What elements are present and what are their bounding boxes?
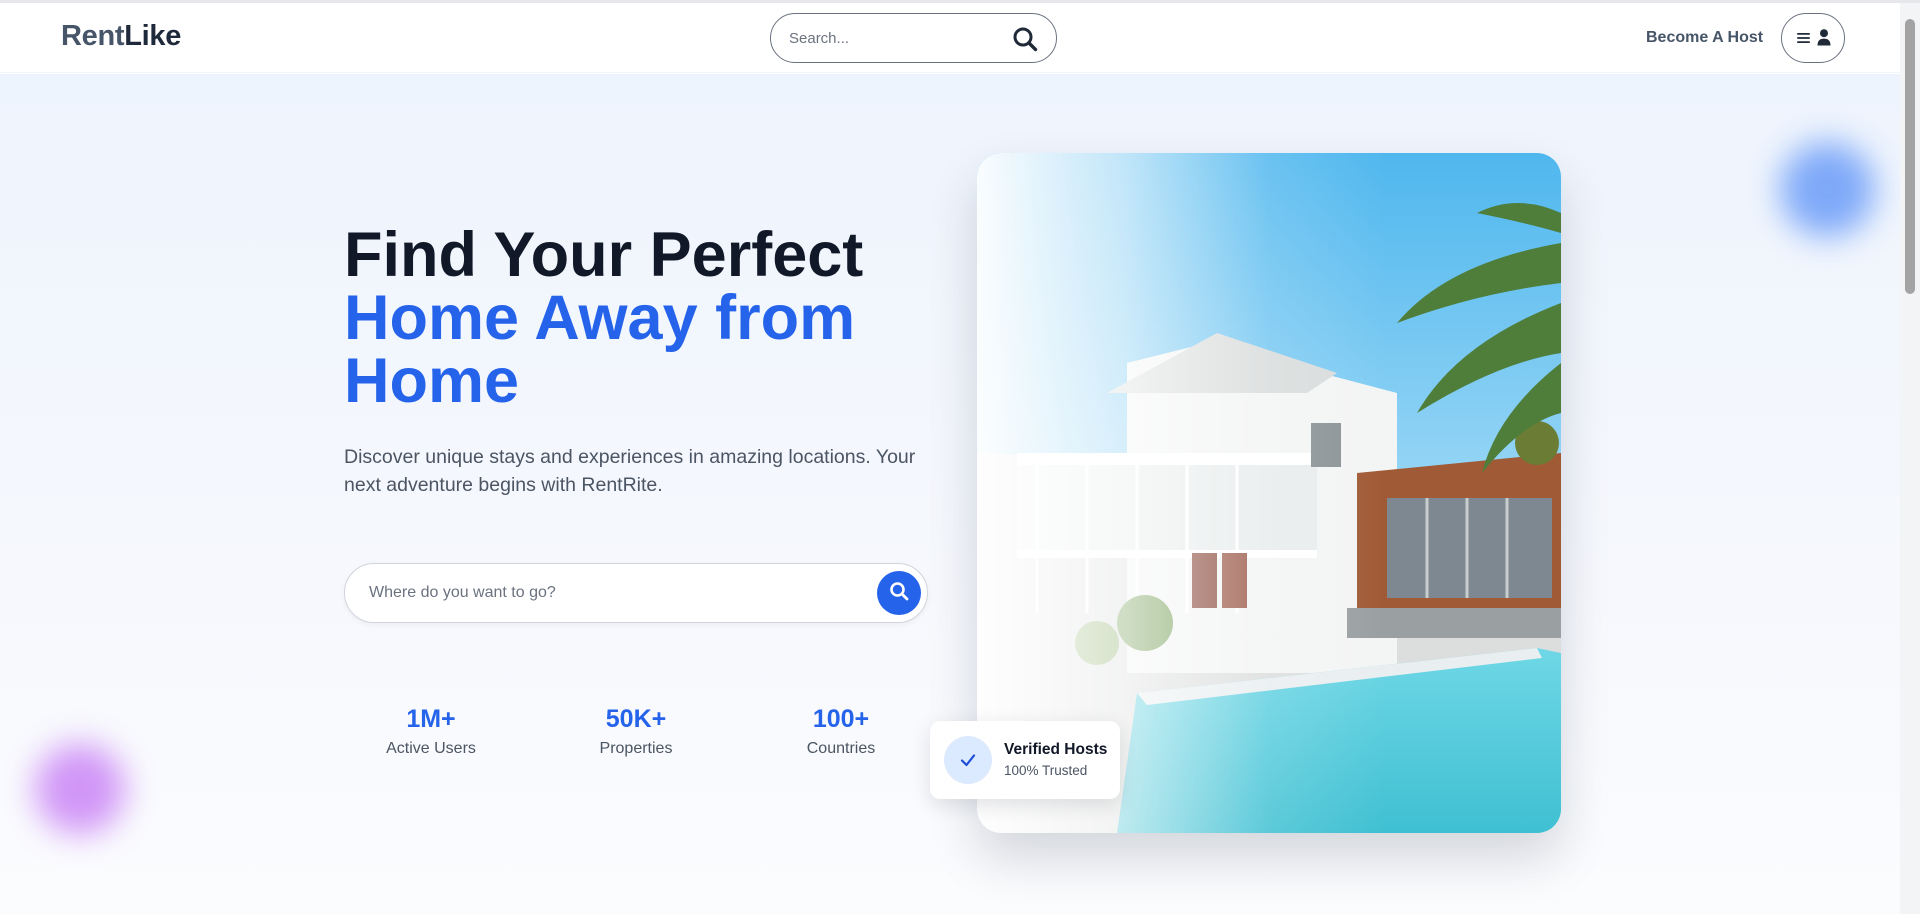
stat-value: 1M+ [406,705,456,733]
navbar: RentLike Become A Host [0,3,1900,73]
logo[interactable]: RentLike [61,20,181,53]
hero-search-bar [344,563,928,623]
logo-part-rent: Rent [61,20,125,52]
verified-hosts-badge: Verified Hosts 100% Trusted [930,721,1120,799]
user-menu-button[interactable] [1781,13,1845,63]
decorative-blue-blob [1780,142,1875,237]
hero-subtext: Discover unique stays and experiences in… [344,446,916,496]
destination-search-input[interactable] [369,581,849,605]
scrollbar-thumb[interactable] [1905,19,1915,294]
become-host-link[interactable]: Become A Host [1646,29,1763,47]
stat-label: Countries [806,740,876,757]
nav-search-bar [770,13,1057,63]
headline-line-1: Find Your Perfect [344,220,864,290]
headline-line-3: Home [344,346,520,416]
user-icon [1817,29,1831,51]
decorative-purple-blob [35,744,125,834]
stat-value: 50K+ [605,705,667,733]
menu-icon [1797,31,1810,49]
stat-active-users: 1M+ Active Users [341,704,521,758]
stat-value: 100+ [812,705,870,733]
search-icon [889,581,909,606]
logo-part-like: Like [124,20,182,52]
badge-subtitle: 100% Trusted [1004,763,1088,778]
page-scrollbar[interactable] [1900,3,1920,914]
hero-headline: Find Your Perfect Home Away from Home [344,224,863,413]
stat-properties: 50K+ Properties [546,704,726,758]
badge-title: Verified Hosts [1004,741,1108,758]
stat-countries: 100+ Countries [751,704,931,758]
stat-label: Properties [599,740,673,757]
stat-label: Active Users [386,740,476,757]
check-icon [944,736,992,784]
hero-search-button[interactable] [877,571,921,615]
search-icon[interactable] [1012,26,1038,52]
headline-line-2: Home Away from [344,283,856,353]
hero-section: Find Your Perfect Home Away from Home Di… [0,74,1900,914]
nav-search-input[interactable] [789,26,989,50]
